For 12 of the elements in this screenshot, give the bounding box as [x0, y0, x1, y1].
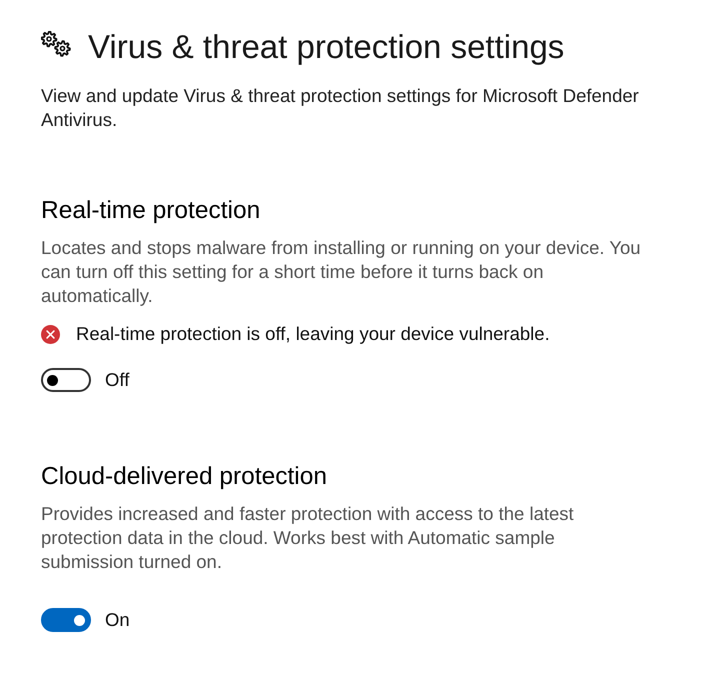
toggle-switch[interactable] — [41, 608, 91, 632]
section-heading: Real-time protection — [41, 196, 262, 226]
section-heading: Cloud-delivered protection — [41, 462, 328, 492]
gears-icon — [41, 31, 71, 57]
toggle-label: On — [105, 608, 130, 632]
toggle-label: Off — [105, 368, 130, 392]
toggle-switch[interactable] — [41, 368, 91, 392]
page-description: View and update Virus & threat protection settings for Microsoft Defender Antivirus. — [41, 84, 640, 132]
alert-message: Real-time protection is off, leaving your device vulnerable. — [76, 322, 550, 346]
section-description: Provides increased and faster protection with access to the latest protection data in the cloud. Works best with Automatic sample submission turned on. — [41, 502, 575, 574]
page-title: Virus & threat protection settings — [88, 27, 564, 67]
section-description: Locates and stops malware from installing or running on your device. You can turn off this setting for a short time before it turns back on automatically. — [41, 236, 642, 308]
